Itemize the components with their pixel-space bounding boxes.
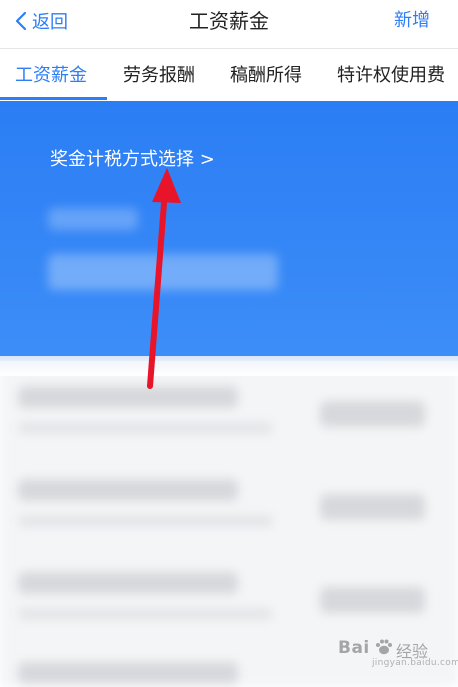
baidu-jingyan-watermark: Bai 经验 jingyan.baidu.com <box>338 636 458 672</box>
watermark-logo: Bai <box>338 638 370 658</box>
add-button[interactable]: 新增 <box>394 6 430 36</box>
paw-icon <box>376 639 392 655</box>
income-type-tabs: 工资薪金 劳务报酬 稿酬所得 特许权使用费 <box>0 49 458 101</box>
tab-labor-remuneration[interactable]: 劳务报酬 <box>123 63 195 89</box>
active-tab-indicator <box>0 97 107 100</box>
page-title: 工资薪金 <box>189 9 269 33</box>
watermark-url: jingyan.baidu.com <box>372 658 458 668</box>
card-fade <box>0 356 458 376</box>
tab-royalties[interactable]: 特许权使用费 <box>337 63 445 89</box>
summary-card <box>0 101 458 361</box>
tab-salary[interactable]: 工资薪金 <box>15 63 87 89</box>
navigation-bar: 返回 工资薪金 新增 <box>0 0 458 48</box>
tab-author-remuneration[interactable]: 稿酬所得 <box>230 63 302 89</box>
bonus-tax-method-link[interactable]: 奖金计税方式选择 > <box>50 146 215 174</box>
